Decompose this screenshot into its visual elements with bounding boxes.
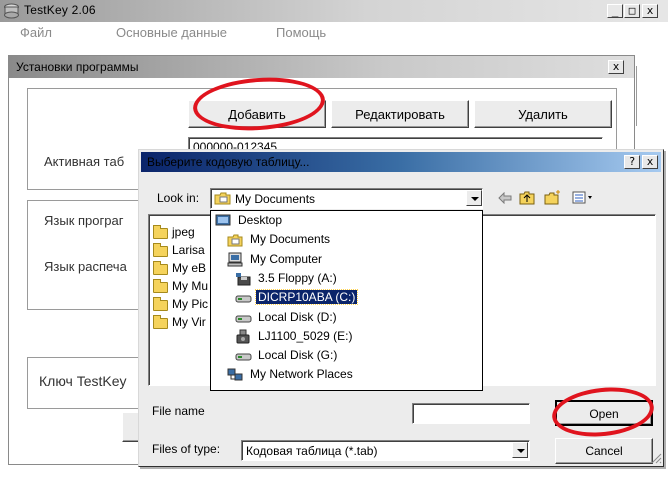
files-of-type-dropdown-arrow[interactable] bbox=[512, 442, 528, 458]
desktop-icon bbox=[215, 214, 231, 226]
folder-list: jpeg Larisa My eB My Mu My Pic My Vir bbox=[151, 224, 211, 354]
menu-help[interactable]: Помощь bbox=[276, 25, 326, 40]
folder-icon bbox=[153, 315, 168, 329]
back-arrow-icon[interactable] bbox=[498, 192, 512, 204]
my-documents-icon bbox=[214, 192, 231, 205]
minimize-button[interactable]: _ bbox=[607, 4, 623, 18]
delete-button[interactable]: Удалить bbox=[474, 100, 612, 128]
app-title: TestKey 2.06 bbox=[24, 3, 96, 17]
menu-main-data[interactable]: Основные данные bbox=[116, 25, 227, 40]
maximize-button[interactable]: □ bbox=[624, 4, 640, 18]
folder-icon bbox=[153, 261, 168, 275]
look-in-dropdown-list: Desktop My Documents My Computer 3.5 Floppy… bbox=[211, 212, 481, 388]
look-in-item-label: 3.5 Floppy (A:) bbox=[258, 270, 337, 285]
view-menu-icon[interactable] bbox=[572, 191, 594, 204]
files-of-type-value: Кодовая таблица (*.tab) bbox=[246, 444, 378, 458]
edit-button[interactable]: Редактировать bbox=[331, 100, 469, 128]
network-places-icon bbox=[227, 368, 243, 381]
look-in-combo[interactable]: My Documents bbox=[210, 188, 483, 209]
up-folder-icon[interactable] bbox=[519, 190, 535, 205]
look-in-label: Look in: bbox=[157, 191, 200, 205]
file-dialog-help-button[interactable]: ? bbox=[624, 155, 640, 169]
folder-label: My Pic bbox=[172, 297, 208, 311]
removable-drive-icon bbox=[236, 329, 250, 344]
look-in-item-label: Local Disk (G:) bbox=[258, 348, 338, 363]
look-in-dropdown-arrow[interactable] bbox=[466, 190, 482, 206]
folder-icon bbox=[153, 297, 168, 311]
menu-file[interactable]: Файл bbox=[20, 25, 52, 40]
look-in-item-label: My Network Places bbox=[250, 367, 353, 382]
folder-icon bbox=[153, 225, 168, 239]
app-title-bar[interactable] bbox=[0, 0, 668, 22]
main-window-frame-edge-right bbox=[636, 66, 646, 126]
active-table-label: Активная таб bbox=[44, 154, 125, 169]
folder-label: My Mu bbox=[172, 279, 208, 293]
folder-item[interactable]: My Mu bbox=[151, 278, 211, 294]
hard-drive-icon bbox=[235, 353, 252, 361]
folder-item[interactable]: jpeg bbox=[151, 224, 211, 240]
file-name-input[interactable] bbox=[412, 403, 530, 424]
file-dialog-title: Выберите кодовую таблицу... bbox=[147, 155, 310, 169]
settings-title: Установки программы bbox=[16, 60, 139, 74]
print-language-label: Язык распеча bbox=[44, 259, 127, 274]
files-of-type-label: Files of type: bbox=[152, 442, 221, 456]
menu-bar bbox=[0, 22, 668, 44]
look-in-item-label: LJ1100_5029 (E:) bbox=[258, 328, 353, 343]
app-close-button[interactable]: x bbox=[642, 4, 658, 18]
new-folder-icon[interactable] bbox=[544, 189, 562, 205]
file-dialog-close-button[interactable]: x bbox=[642, 155, 658, 169]
program-language-label: Язык програг bbox=[44, 213, 124, 228]
my-computer-icon bbox=[227, 252, 243, 267]
look-in-item-label: Desktop bbox=[238, 213, 283, 227]
look-in-item-label: My Computer bbox=[250, 251, 323, 266]
app-icon bbox=[4, 3, 19, 19]
resize-grip-icon[interactable] bbox=[650, 452, 662, 464]
cancel-button[interactable]: Cancel bbox=[555, 438, 653, 464]
hard-drive-icon bbox=[235, 315, 252, 322]
hard-drive-icon bbox=[235, 295, 252, 303]
folder-item[interactable]: My eB bbox=[151, 260, 211, 276]
testkey-key-label: Ключ TestKey bbox=[39, 373, 127, 389]
folder-label: My Vir bbox=[172, 315, 206, 329]
file-name-label: File name bbox=[152, 404, 205, 418]
look-in-item-label: My Documents bbox=[250, 232, 331, 247]
folder-item[interactable]: My Pic bbox=[151, 296, 211, 312]
folder-item[interactable]: My Vir bbox=[151, 314, 211, 330]
look-in-item-label: Local Disk (D:) bbox=[258, 309, 337, 324]
folder-label: Larisa bbox=[172, 243, 205, 257]
floppy-icon bbox=[236, 272, 251, 286]
folder-icon bbox=[153, 243, 168, 257]
my-documents-icon bbox=[227, 234, 243, 247]
folder-label: My eB bbox=[172, 261, 207, 275]
files-of-type-combo[interactable]: Кодовая таблица (*.tab) bbox=[241, 440, 530, 461]
folder-item[interactable]: Larisa bbox=[151, 242, 211, 258]
folder-label: jpeg bbox=[172, 225, 195, 239]
settings-close-button[interactable]: x bbox=[608, 60, 624, 74]
look-in-item-label: DICRP10ABA (C:) bbox=[254, 289, 359, 306]
folder-icon bbox=[153, 279, 168, 293]
look-in-value: My Documents bbox=[235, 192, 316, 206]
